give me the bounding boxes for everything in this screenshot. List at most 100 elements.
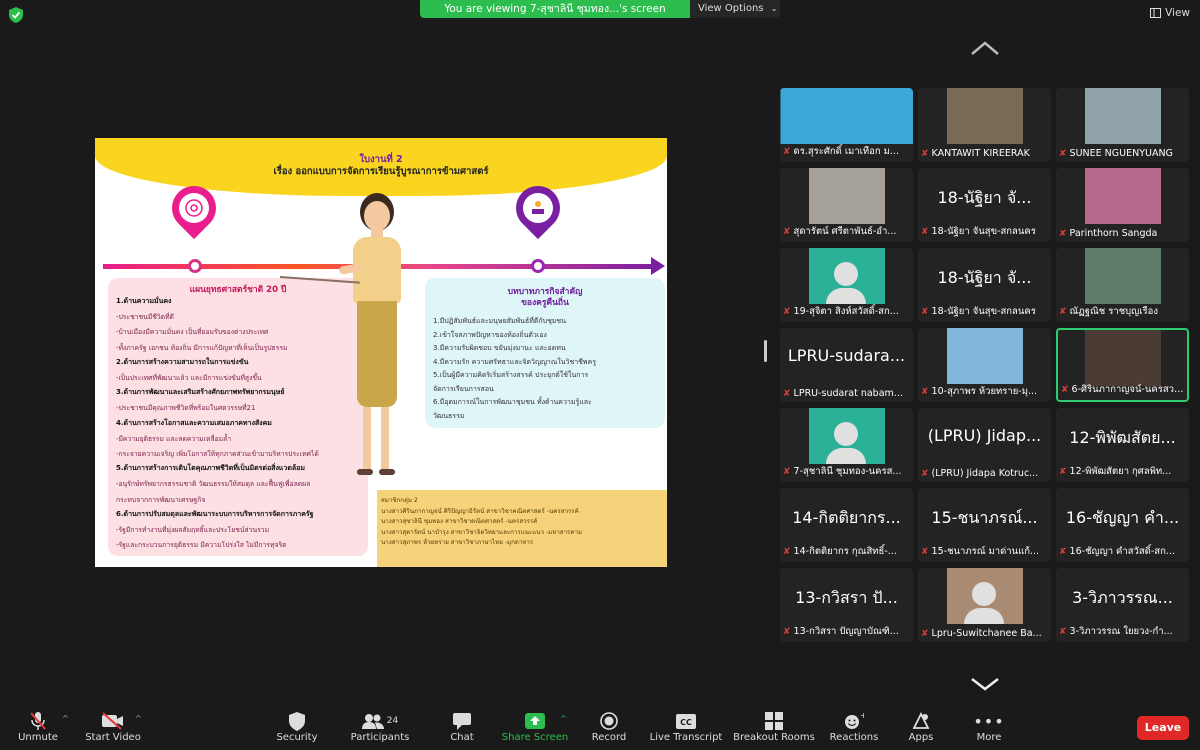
participant-tile[interactable]: ✘ SUNEE NGUENYUANG <box>1056 88 1189 162</box>
breakout-rooms-button[interactable]: Breakout Rooms <box>733 710 815 743</box>
teacher-role-line: 6.มีอุดมการณ์ในการพัฒนาชุมชน ทั้งด้านควา… <box>433 398 592 406</box>
unmute-button[interactable]: Unmute <box>14 710 62 743</box>
participant-tile[interactable]: ✘ ดร.สุระศักดิ์ เมาเทือก ม... <box>780 88 913 162</box>
participant-name: SUNEE NGUENYUANG <box>1069 148 1173 159</box>
participant-tile[interactable]: ✘ 7-สุชาลินี ชุมทอง-นครส... <box>780 408 913 482</box>
participant-name-label: ✘ KANTAWIT KIREERAK <box>921 148 1048 159</box>
participant-tile[interactable]: 18-นัฐิยา จั... ✘ 18-นัฐิยา จันสุข-สกลนคร <box>918 168 1051 242</box>
participant-name: Parinthorn Sangda <box>1069 228 1158 239</box>
avatar-placeholder-icon <box>834 262 858 286</box>
view-label: View <box>1165 7 1190 19</box>
strategy-card: แผนยุทธศาสตร์ชาติ 20 ปี 1.ด้านความมั่นคง… <box>108 278 368 556</box>
participant-tile[interactable]: ✘ 19-สุจิตา สิงห์สวัสดิ์-สก... <box>780 248 913 322</box>
participant-tile[interactable]: 18-นัฐิยา จั... ✘ 18-นัฐิยา จันสุข-สกลนคร <box>918 248 1051 322</box>
participant-video <box>780 88 913 144</box>
strategy-line: -ประชาชนมีชีวิตที่ดี <box>116 313 174 322</box>
view-options-button[interactable]: View Options ⌄ <box>690 0 780 18</box>
chevron-down-icon: ⌄ <box>770 4 778 13</box>
participant-tile[interactable]: 15-ชนาภรณ์... ✘ 15-ชนาภรณ์ มาด่านแก้... <box>918 488 1051 562</box>
strategy-line: -กระจายความเจริญ เพิ่มโอกาสให้ทุกภาคส่วน… <box>116 450 319 458</box>
participant-name-label: ✘ Parinthorn Sangda <box>1059 228 1186 239</box>
apps-button[interactable]: Apps <box>904 710 938 743</box>
participant-name-label: ✘ 18-นัฐิยา จันสุข-สกลนคร <box>921 304 1048 319</box>
participant-tile[interactable]: (LPRU) Jidap... ✘ (LPRU) Jidapa Kotruc... <box>918 408 1051 482</box>
live-transcript-button[interactable]: CC Live Transcript <box>648 710 724 743</box>
shield-check-icon[interactable] <box>9 7 23 23</box>
participant-name-label: ✘ SUNEE NGUENYUANG <box>1059 148 1186 159</box>
breakout-rooms-label: Breakout Rooms <box>733 732 815 743</box>
leave-button[interactable]: Leave <box>1137 716 1189 740</box>
chat-label: Chat <box>450 732 474 743</box>
muted-mic-icon: ✘ <box>783 146 791 157</box>
strategy-line: -ประชาชนมีคุณภาพชีวิตที่พร้อมในศตวรรษที่… <box>116 404 256 413</box>
participants-count: 24 <box>386 716 399 726</box>
chat-bubble-icon <box>453 712 471 730</box>
participant-tile[interactable]: ✘ 10-สุภาพร ห้วยทราย-มุ... <box>918 328 1051 402</box>
unmute-label: Unmute <box>18 732 58 743</box>
strategy-card-title: แผนยุทธศาสตร์ชาติ 20 ปี <box>189 285 287 295</box>
participant-tile[interactable]: LPRU-sudara... ✘ LPRU-sudarat nabam... <box>780 328 913 402</box>
reactions-button[interactable]: + Reactions <box>828 710 880 743</box>
participant-video <box>1084 168 1161 224</box>
participant-tile[interactable]: ✘ 6-ศิรินภากาญจน์-นครสวรรค์ <box>1056 328 1189 402</box>
participant-name-label: ✘ 3-วิภาวรรณ ใยยวง-กำ... <box>1059 624 1186 639</box>
participant-tile[interactable]: 13-กวิสรา ปั... ✘ 13-กวิสรา ปัญญาบัณฑิ... <box>780 568 913 642</box>
unmute-options-caret-icon[interactable]: ^ <box>62 714 69 723</box>
muted-mic-icon: ✘ <box>1059 546 1067 557</box>
apps-label: Apps <box>908 732 934 743</box>
video-options-caret-icon[interactable]: ^ <box>135 714 142 723</box>
teacher-role-line: จัดการเรียนการสอน <box>433 384 494 393</box>
participant-name: Lpru-Suwitchanee Ba... <box>931 628 1042 639</box>
more-label: More <box>976 732 1002 743</box>
teacher-role-card: บทบาทภารกิจสำคัญ ของครูคืนถิ่น 1.มีปฏิสั… <box>425 278 665 428</box>
record-icon <box>600 712 618 730</box>
more-dots-icon: ••• <box>973 711 1005 731</box>
muted-mic-icon: ✘ <box>921 226 929 237</box>
participant-tile[interactable]: 12-พิพัฒสัตย... ✘ 12-พิพัฒสัตยา กุศลพิท... <box>1056 408 1189 482</box>
muted-mic-icon: ✘ <box>921 386 929 397</box>
muted-mic-icon: ✘ <box>1059 626 1067 637</box>
teacher-role-line: 3.มีความรับผิดชอบ ขยันมุ่งมานะ และอดทน <box>433 344 566 352</box>
resize-handle[interactable] <box>764 340 767 362</box>
participant-video <box>1084 248 1161 304</box>
gallery-up-chevron-icon[interactable] <box>970 40 1000 56</box>
participant-tile[interactable]: ✘ สุดารัตน์ ศรีตาพันธ์-อำ... <box>780 168 913 242</box>
gallery-down-chevron-icon[interactable] <box>970 676 1000 692</box>
timeline-arrow-icon <box>651 257 665 275</box>
participant-tile[interactable]: ✘ KANTAWIT KIREERAK <box>918 88 1051 162</box>
view-button[interactable]: View <box>1150 7 1190 19</box>
muted-mic-icon: ✘ <box>783 626 791 637</box>
security-shield-icon <box>289 711 305 731</box>
svg-text:+: + <box>860 712 864 720</box>
strategy-line: กระทบจากการพัฒนาเศรษฐกิจ <box>116 495 206 504</box>
meeting-toolbar: Unmute ^ Start Video ^ Security 24 Parti… <box>0 706 1200 750</box>
participant-tile[interactable]: ✘ Lpru-Suwitchanee Ba... <box>918 568 1051 642</box>
viewing-banner: You are viewing 7-สุชาลินี ชุมทอง...'s s… <box>420 0 690 18</box>
muted-mic-icon: ✘ <box>783 306 791 317</box>
participant-tile[interactable]: 14-กิตติยากร... ✘ 14-กิตติยากร กุณสิทธิ์-.… <box>780 488 913 562</box>
more-button[interactable]: ••• More <box>972 710 1006 744</box>
participant-name: 13-กวิสรา ปัญญาบัณฑิ... <box>793 626 899 637</box>
participant-name-label: ✘ 19-สุจิตา สิงห์สวัสดิ์-สก... <box>783 304 910 319</box>
strategy-line: -รัฐมีการทำงานที่มุ่งผลสัมฤทธิ์และประโยช… <box>116 526 270 534</box>
security-button[interactable]: Security <box>275 710 319 743</box>
participant-video <box>1084 330 1161 386</box>
security-label: Security <box>276 732 318 743</box>
participant-name-label: ✘ 14-กิตติยากร กุณสิทธิ์-... <box>783 544 910 559</box>
closed-caption-icon: CC <box>676 713 696 729</box>
participant-tile[interactable]: 3-วิภาวรรณ... ✘ 3-วิภาวรรณ ใยยวง-กำ... <box>1056 568 1189 642</box>
participant-video <box>1084 88 1161 144</box>
participant-tile[interactable]: 16-ชัญญา คำ... ✘ 16-ชัญญา คำสวัสดิ์-สก... <box>1056 488 1189 562</box>
participant-tile[interactable]: ✘ Parinthorn Sangda <box>1056 168 1189 242</box>
share-options-caret-icon[interactable]: ^ <box>560 714 567 723</box>
participant-tile[interactable]: ✘ ณัฏฐณิช ราชบุญเรือง <box>1056 248 1189 322</box>
slide-subtitle: เรื่อง ออกแบบการจัดการเรียนรู้บูรณาการข้… <box>273 166 489 177</box>
share-screen-icon <box>525 713 545 729</box>
chat-button[interactable]: Chat <box>446 710 478 743</box>
record-button[interactable]: Record <box>588 710 630 743</box>
participant-display-name: 14-กิตติยากร... <box>792 508 901 527</box>
participant-name-label: ✘ 10-สุภาพร ห้วยทราย-มุ... <box>921 384 1048 399</box>
muted-mic-icon: ✘ <box>1059 466 1067 477</box>
participants-button[interactable]: 24 Participants <box>348 710 412 743</box>
participant-name-label: ✘ 12-พิพัฒสัตยา กุศลพิท... <box>1059 464 1186 479</box>
